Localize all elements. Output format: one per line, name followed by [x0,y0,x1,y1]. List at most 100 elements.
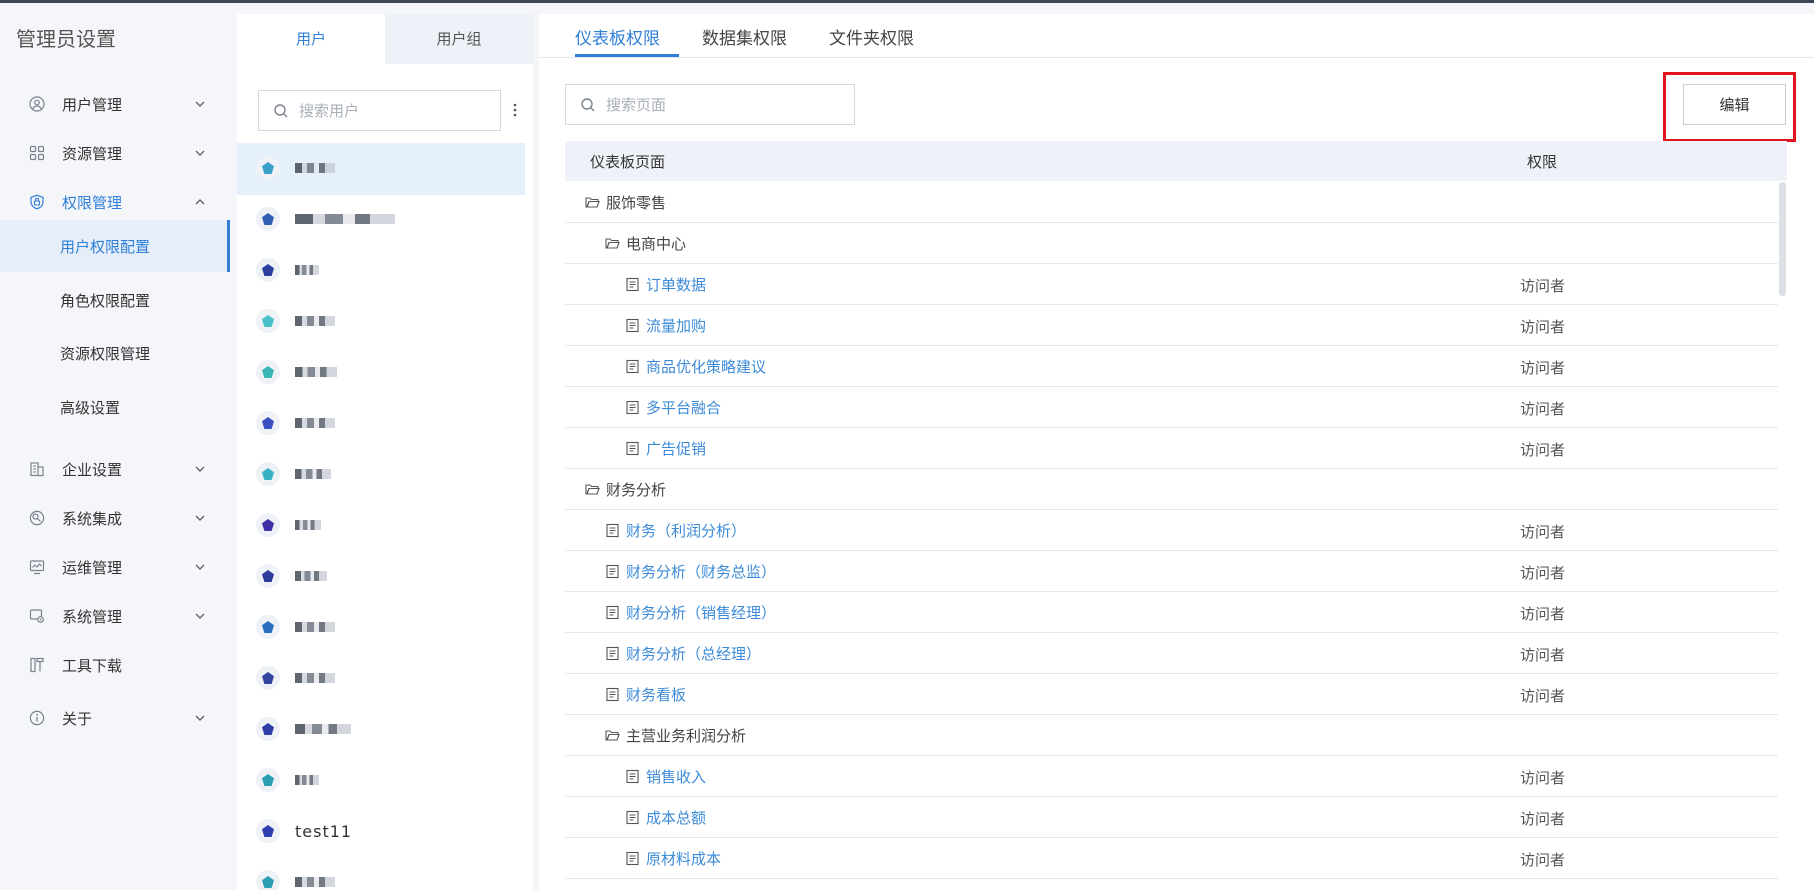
tab-dataset-permission[interactable]: 数据集权限 [702,24,787,49]
sidebar-item-2[interactable]: 权限管理 [0,180,234,224]
document-icon [626,318,639,333]
user-row[interactable] [237,551,525,603]
dashboard-link[interactable]: 广告促销 [646,438,706,459]
sidebar-item-label: 关于 [62,710,93,728]
edit-button[interactable]: 编辑 [1683,84,1786,125]
dashboard-link[interactable]: 销售收入 [646,766,706,787]
chevron-up-icon [195,199,205,205]
dashboard-link[interactable]: 财务看板 [626,684,686,705]
dashboard-link[interactable]: 流量加购 [646,315,706,336]
dashboard-link[interactable]: 商品优化策略建议 [646,356,766,377]
permission-table-body: 服饰零售 电商中心 订单数据 访问者 流量加购 访问者 商品优化策略建议 访问者 多平台融合 访问… [565,182,1778,890]
avatar [256,870,280,890]
dashboard-row[interactable]: 财务分析（财务总监） 访问者 [565,551,1778,592]
permission-value: 访问者 [1520,851,1566,869]
dashboard-link[interactable]: 订单数据 [646,274,706,295]
page-search-input[interactable] [606,95,846,115]
permission-main: 仪表板权限 数据集权限 文件夹权限 编辑 仪表板页面 权限 服饰零售电商中心订单… [539,14,1814,890]
permission-value: 访问者 [1520,605,1566,623]
info-icon [29,710,45,726]
dashboard-link[interactable]: 原材料成本 [646,848,721,869]
dashboard-link[interactable]: 财务分析（总经理） [626,643,761,664]
table-scrollbar[interactable] [1779,182,1786,296]
user-name: test11 [295,822,353,841]
document-icon [626,359,639,374]
sidebar-item-6[interactable]: 系统管理 [0,594,234,638]
user-row[interactable] [237,194,525,246]
user-row[interactable] [237,602,525,654]
avatar [256,615,280,639]
user-row[interactable] [237,347,525,399]
tab-user-groups[interactable]: 用户组 [385,14,533,64]
sidebar-subitem-1[interactable]: 角色权限配置 [0,274,234,326]
user-row[interactable] [237,500,525,552]
sidebar-item-8[interactable]: 关于 [0,696,234,740]
grid-icon [29,145,45,161]
sidebar-subitem-label: 角色权限配置 [60,292,151,310]
user-row[interactable] [237,755,525,807]
user-row[interactable] [237,296,525,348]
dashboard-link[interactable]: 多平台融合 [646,397,721,418]
sidebar-item-0[interactable]: 用户管理 [0,82,234,126]
dashboard-row[interactable]: 财务分析（销售经理） 访问者 [565,592,1778,633]
sidebar-item-label: 权限管理 [62,194,123,212]
dashboard-row[interactable]: 成本总额 访问者 [565,797,1778,838]
document-icon [626,277,639,292]
sidebar-subitem-label: 资源权限管理 [60,345,151,363]
dashboard-row[interactable]: 广告促销 访问者 [565,428,1778,469]
folder-row[interactable]: 服饰零售 [565,182,1778,223]
dashboard-row[interactable]: 财务（利润分析） 访问者 [565,510,1778,551]
page-search-box[interactable] [565,84,855,125]
permission-value: 访问者 [1520,646,1566,664]
avatar [256,819,280,843]
dashboard-row[interactable]: 多平台融合 访问者 [565,387,1778,428]
user-row[interactable] [237,704,525,756]
sidebar-item-label: 用户管理 [62,96,123,114]
tab-users[interactable]: 用户 [237,14,385,64]
sidebar-item-4[interactable]: 系统集成 [0,496,234,540]
building-icon [30,462,44,477]
dashboard-row[interactable]: 财务分析（总经理） 访问者 [565,633,1778,674]
folder-row[interactable]: 主营业务利润分析 [565,715,1778,756]
dashboard-link[interactable]: 成本总额 [646,807,706,828]
user-search-box[interactable] [258,90,501,131]
redacted-name [295,316,335,326]
dashboard-row[interactable]: 销售收入 访问者 [565,756,1778,797]
tab-folder-permission[interactable]: 文件夹权限 [829,24,914,49]
sidebar-item-3[interactable]: 企业设置 [0,447,234,491]
redacted-name [295,418,335,428]
user-row[interactable] [237,449,525,501]
dashboard-row[interactable]: 财务看板 访问者 [565,674,1778,715]
folder-name: 服饰零售 [606,194,667,212]
folder-row[interactable]: 财务分析 [565,469,1778,510]
dashboard-row[interactable]: 商品优化策略建议 访问者 [565,346,1778,387]
sidebar-item-5[interactable]: 运维管理 [0,545,234,589]
dashboard-row[interactable]: 流量加购 访问者 [565,305,1778,346]
redacted-name [295,673,335,683]
user-row[interactable] [237,143,525,195]
sidebar-item-7[interactable]: 工具下载 [0,643,234,687]
sidebar-subitem-0[interactable]: 用户权限配置 [0,220,230,272]
user-row[interactable] [237,857,525,890]
sidebar-item-1[interactable]: 资源管理 [0,131,234,175]
user-row[interactable] [237,398,525,450]
shield-icon [30,194,44,210]
dashboard-row[interactable]: 订单数据 访问者 [565,264,1778,305]
active-tab-indicator [575,54,679,57]
sidebar-subitem-3[interactable]: 高级设置 [0,381,234,433]
dashboard-link[interactable]: 财务（利润分析） [626,520,746,541]
dashboard-row[interactable]: 原材料成本 访问者 [565,838,1778,879]
avatar [256,666,280,690]
sidebar-subitem-2[interactable]: 资源权限管理 [0,327,234,379]
more-vertical-icon[interactable] [512,100,518,120]
user-row[interactable]: test11 [237,806,525,858]
user-row[interactable] [237,653,525,705]
chevron-down-icon [195,564,205,570]
user-search-input[interactable] [299,101,489,121]
dashboard-link[interactable]: 财务分析（财务总监） [626,561,776,582]
tab-dashboard-permission[interactable]: 仪表板权限 [575,24,660,49]
dashboard-link[interactable]: 财务分析（销售经理） [626,602,776,623]
folder-row[interactable]: 电商中心 [565,223,1778,264]
user-row[interactable] [237,245,525,297]
sidebar: 管理员设置 用户管理 资源管理 权限管理 企业设置 系统集成 运维管理 系统管理 工具下载 关于… [0,3,234,890]
